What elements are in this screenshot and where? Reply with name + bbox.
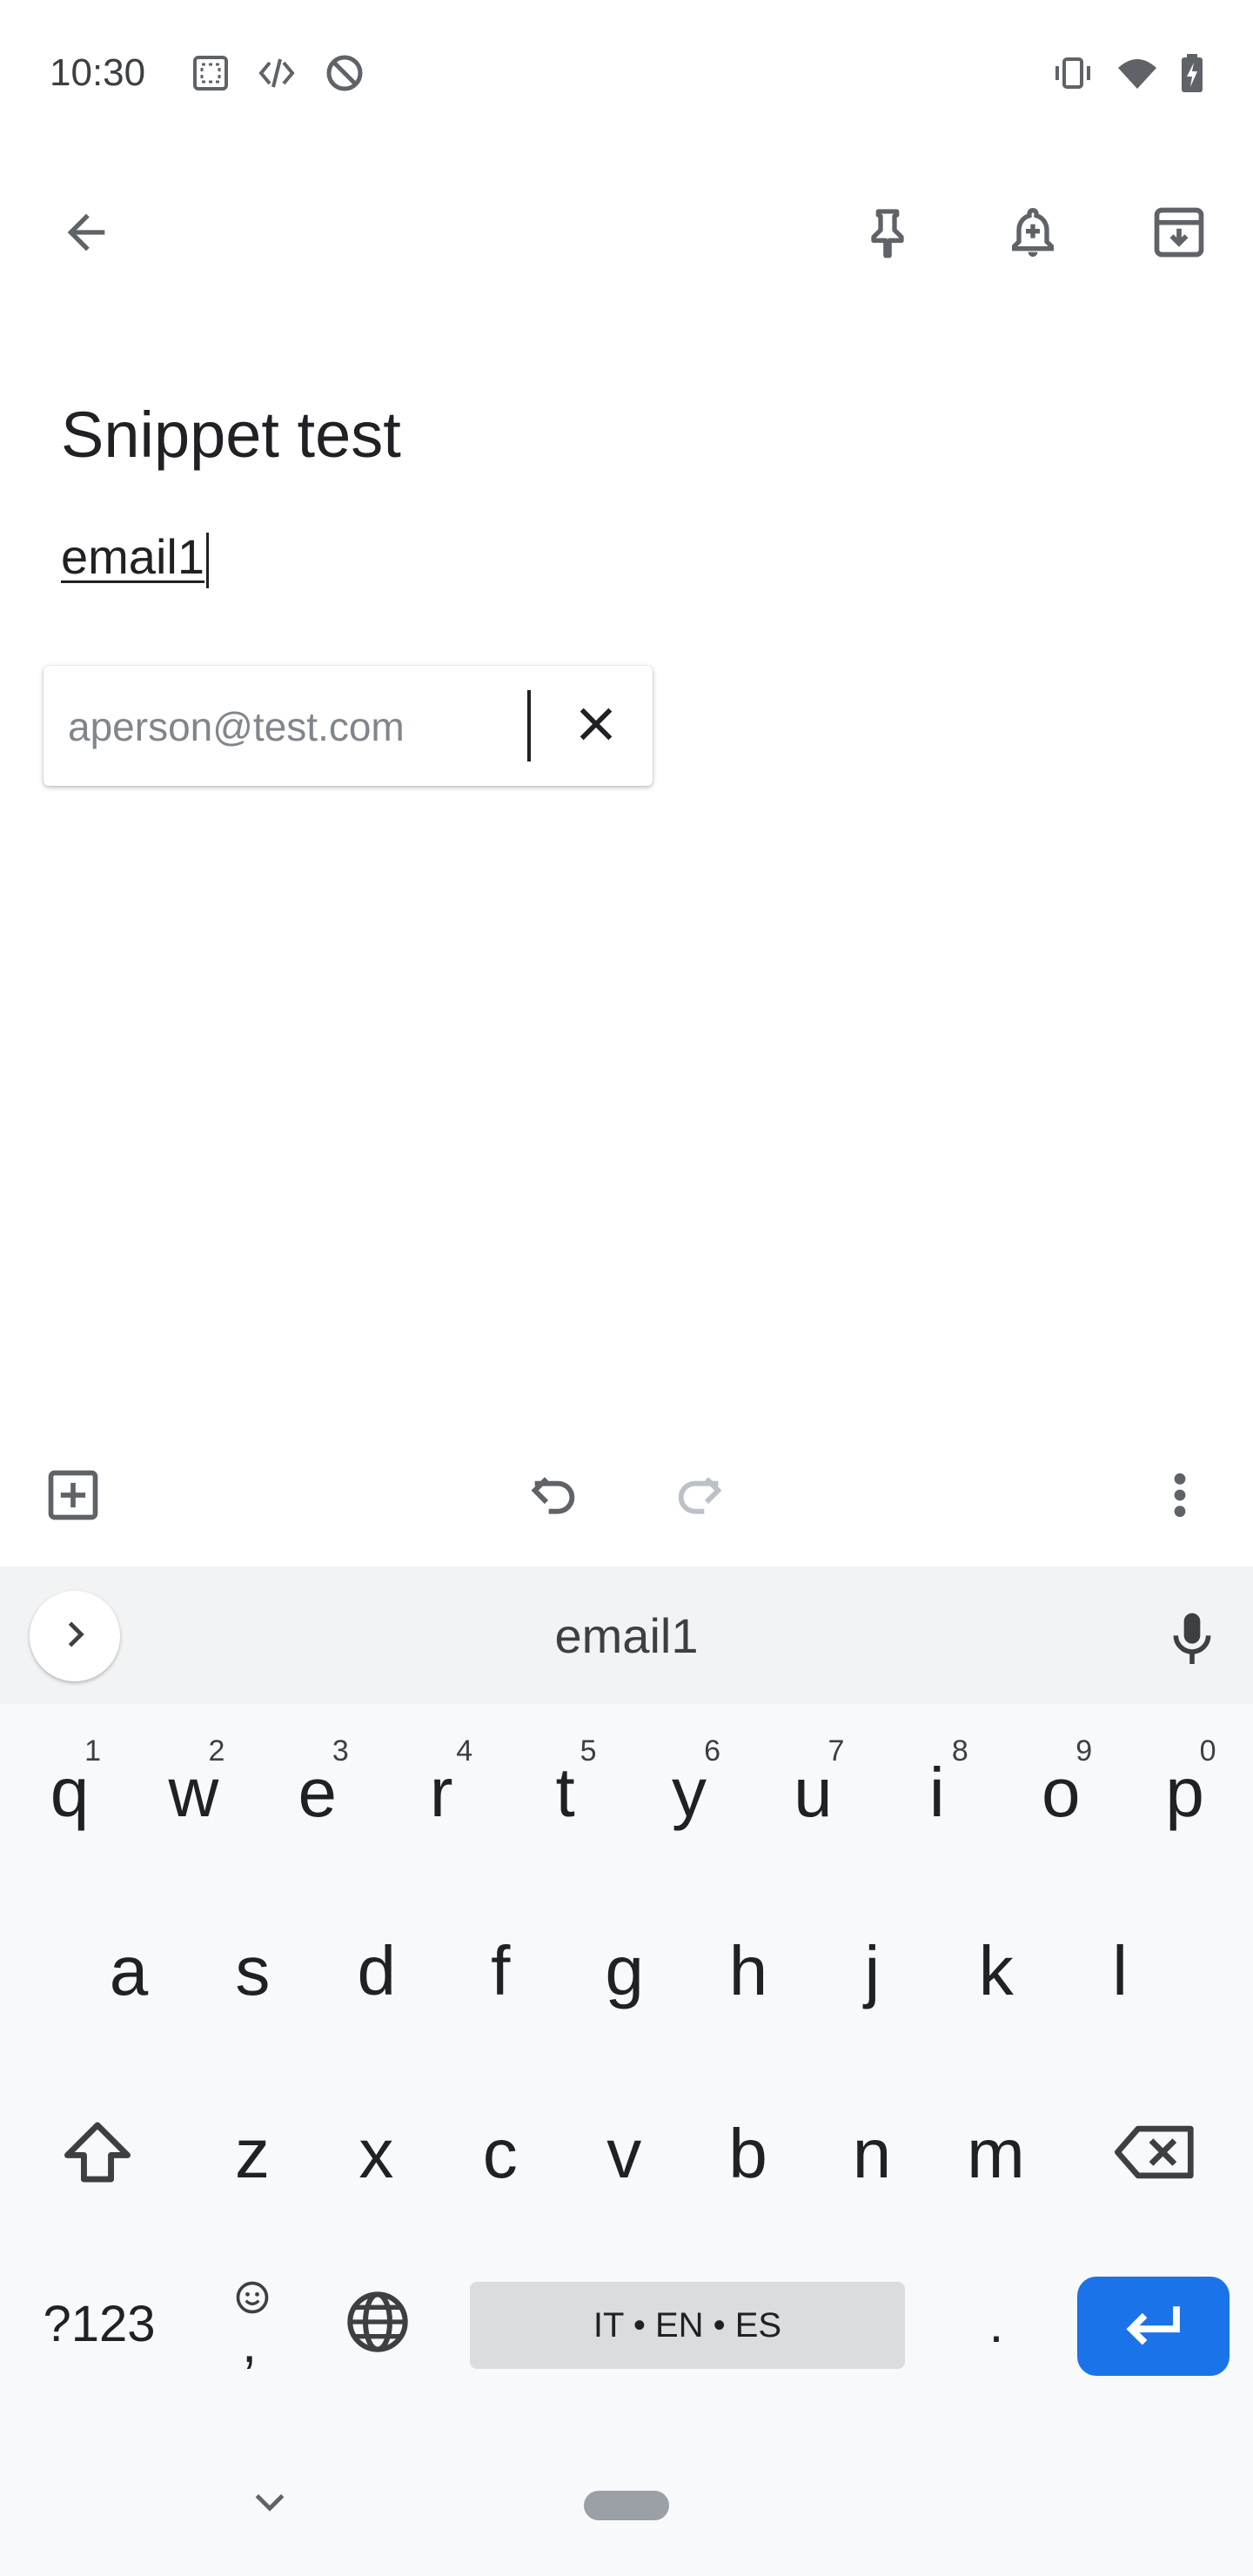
key-u[interactable]: u7 xyxy=(750,1710,875,1875)
more-options-button[interactable] xyxy=(1136,1453,1223,1540)
key-label: o xyxy=(1041,1754,1081,1831)
key-label: t xyxy=(555,1754,575,1831)
hide-keyboard-button[interactable] xyxy=(235,2465,305,2543)
note-body-field[interactable]: email1 xyxy=(61,522,209,592)
snippet-divider xyxy=(527,690,531,761)
key-e[interactable]: e3 xyxy=(255,1710,380,1875)
key-x[interactable]: x xyxy=(313,2071,439,2237)
pin-button[interactable] xyxy=(840,186,935,282)
key-b[interactable]: b xyxy=(686,2071,811,2237)
key-t[interactable]: t5 xyxy=(503,1710,628,1875)
key-k[interactable]: k xyxy=(934,1888,1059,2054)
key-q[interactable]: q1 xyxy=(7,1710,132,1875)
archive-button[interactable] xyxy=(1131,186,1227,282)
suggestion-word[interactable]: email1 xyxy=(452,1608,801,1664)
key-y[interactable]: y6 xyxy=(626,1710,752,1875)
home-gesture-bar[interactable] xyxy=(584,2491,669,2520)
key-s[interactable]: s xyxy=(190,1888,315,2054)
expand-toolbar-button[interactable] xyxy=(30,1591,120,1681)
add-reminder-icon xyxy=(1005,202,1061,267)
key-hint: 2 xyxy=(208,1734,225,1768)
key-label: e xyxy=(298,1754,338,1831)
comma-label: , xyxy=(242,2314,258,2374)
pin-icon xyxy=(860,202,915,267)
key-l[interactable]: l xyxy=(1057,1888,1183,2054)
snippet-suggestion-text[interactable]: aperson@test.com xyxy=(68,701,405,753)
key-hint: 4 xyxy=(456,1734,473,1768)
globe-icon xyxy=(343,2287,412,2361)
more-vert-icon xyxy=(1163,1467,1197,1527)
key-w[interactable]: w2 xyxy=(131,1710,256,1875)
developer-icon xyxy=(256,52,298,98)
key-label: r xyxy=(429,1754,453,1831)
key-hint: 1 xyxy=(84,1734,101,1768)
key-o[interactable]: o9 xyxy=(998,1710,1123,1875)
key-g[interactable]: g xyxy=(562,1888,687,2054)
battery-charging-icon xyxy=(1176,52,1208,98)
backspace-icon xyxy=(1115,2122,1196,2187)
chevron-down-icon xyxy=(251,2489,289,2519)
key-a[interactable]: a xyxy=(66,1888,191,2054)
arrow-back-icon xyxy=(58,205,114,265)
key-f[interactable]: f xyxy=(438,1888,563,2054)
voice-input-button[interactable] xyxy=(1149,1598,1236,1685)
undo-icon xyxy=(526,1467,581,1527)
key-hint: 5 xyxy=(580,1734,597,1768)
redo-icon xyxy=(672,1467,727,1527)
snippet-close-button[interactable] xyxy=(557,687,635,765)
text-cursor xyxy=(205,533,209,589)
shift-key[interactable] xyxy=(38,2071,157,2237)
suggestion-strip: email1 xyxy=(0,1566,1253,1704)
key-hint: 0 xyxy=(1199,1734,1216,1768)
key-hint: 7 xyxy=(828,1734,845,1768)
snippet-suggestion-popup[interactable]: aperson@test.com xyxy=(44,666,653,786)
mic-icon xyxy=(1168,1609,1216,1674)
vibrate-icon xyxy=(1051,52,1095,98)
key-i[interactable]: i8 xyxy=(874,1710,1000,1875)
symbols-key[interactable]: ?123 xyxy=(21,2263,178,2385)
key-p[interactable]: p0 xyxy=(1122,1710,1248,1875)
key-label: p xyxy=(1165,1754,1204,1831)
key-label: i xyxy=(928,1754,945,1831)
key-v[interactable]: v xyxy=(561,2071,687,2237)
undo-button[interactable] xyxy=(510,1453,597,1540)
back-button[interactable] xyxy=(38,186,134,282)
do-not-disturb-icon xyxy=(324,52,365,98)
enter-key[interactable] xyxy=(1077,2277,1230,2376)
note-title[interactable]: Snippet test xyxy=(61,392,401,479)
redo-button[interactable] xyxy=(656,1453,743,1540)
key-d[interactable]: d xyxy=(314,1888,439,2054)
chevron-right-icon xyxy=(56,1615,94,1658)
note-body-text: email1 xyxy=(61,529,204,584)
space-key[interactable]: IT • EN • ES xyxy=(470,2282,905,2369)
key-n[interactable]: n xyxy=(809,2071,935,2237)
key-m[interactable]: m xyxy=(933,2071,1058,2237)
wifi-icon xyxy=(1114,52,1161,98)
screenshot-icon xyxy=(190,52,231,98)
status-time: 10:30 xyxy=(50,51,146,94)
key-label: u xyxy=(794,1754,833,1831)
key-r[interactable]: r4 xyxy=(379,1710,504,1875)
add-box-icon xyxy=(44,1466,103,1529)
period-key[interactable]: . xyxy=(940,2263,1053,2385)
add-content-button[interactable] xyxy=(30,1453,117,1540)
key-hint: 8 xyxy=(951,1734,968,1768)
close-icon xyxy=(572,700,620,753)
add-reminder-button[interactable] xyxy=(985,186,1081,282)
key-label: q xyxy=(50,1754,90,1831)
archive-icon xyxy=(1149,203,1209,266)
key-z[interactable]: z xyxy=(190,2071,315,2237)
key-hint: 9 xyxy=(1075,1734,1093,1768)
enter-icon xyxy=(1122,2302,1186,2351)
key-c[interactable]: c xyxy=(438,2071,563,2237)
key-j[interactable]: j xyxy=(809,1888,935,2054)
key-hint: 6 xyxy=(704,1734,720,1768)
key-h[interactable]: h xyxy=(686,1888,811,2054)
emoji-comma-key[interactable]: , xyxy=(200,2263,305,2385)
key-label: y xyxy=(672,1754,707,1831)
shift-icon xyxy=(61,2119,134,2190)
key-hint: 3 xyxy=(332,1734,349,1768)
language-key[interactable] xyxy=(325,2263,430,2385)
backspace-key[interactable] xyxy=(1096,2071,1215,2237)
